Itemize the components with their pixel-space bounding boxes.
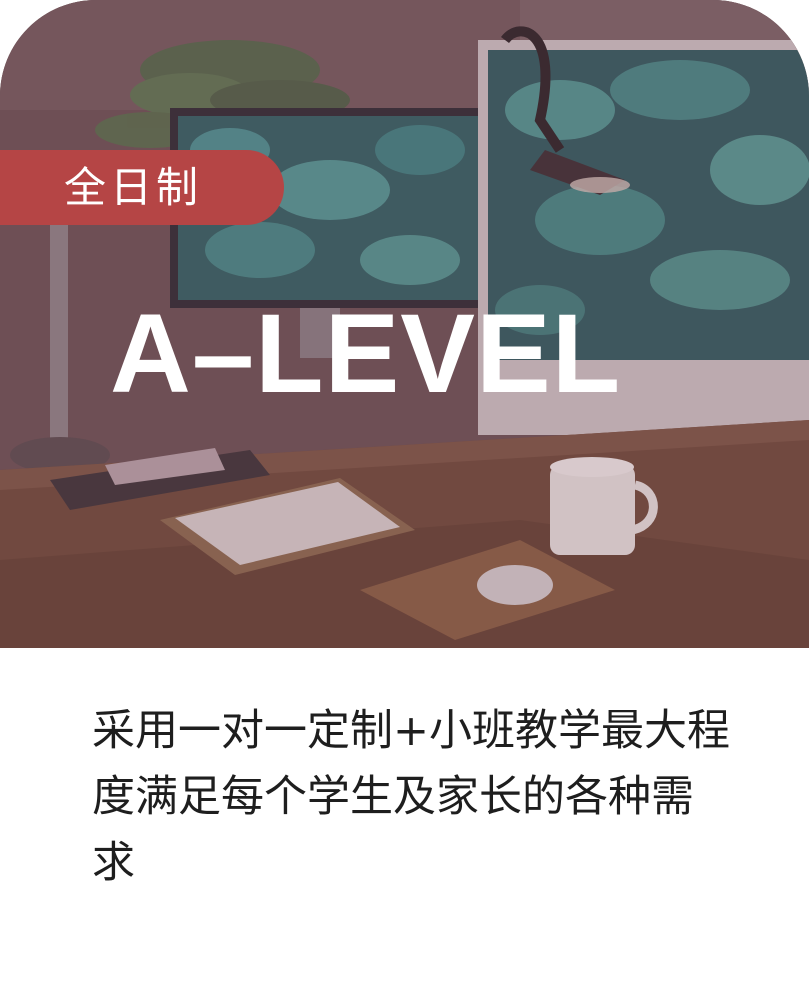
hero-image: 全日制 A–LEVEL <box>0 0 809 648</box>
course-title: A–LEVEL <box>110 291 622 416</box>
course-description: 采用一对一定制+小班教学最大程度满足每个学生及家长的各种需求 <box>92 706 731 888</box>
program-type-badge: 全日制 <box>0 150 284 225</box>
program-card[interactable]: 全日制 A–LEVEL 采用一对一定制+小班教学最大程度满足每个学生及家长的各种… <box>0 0 809 1005</box>
badge-label: 全日制 <box>64 162 203 212</box>
